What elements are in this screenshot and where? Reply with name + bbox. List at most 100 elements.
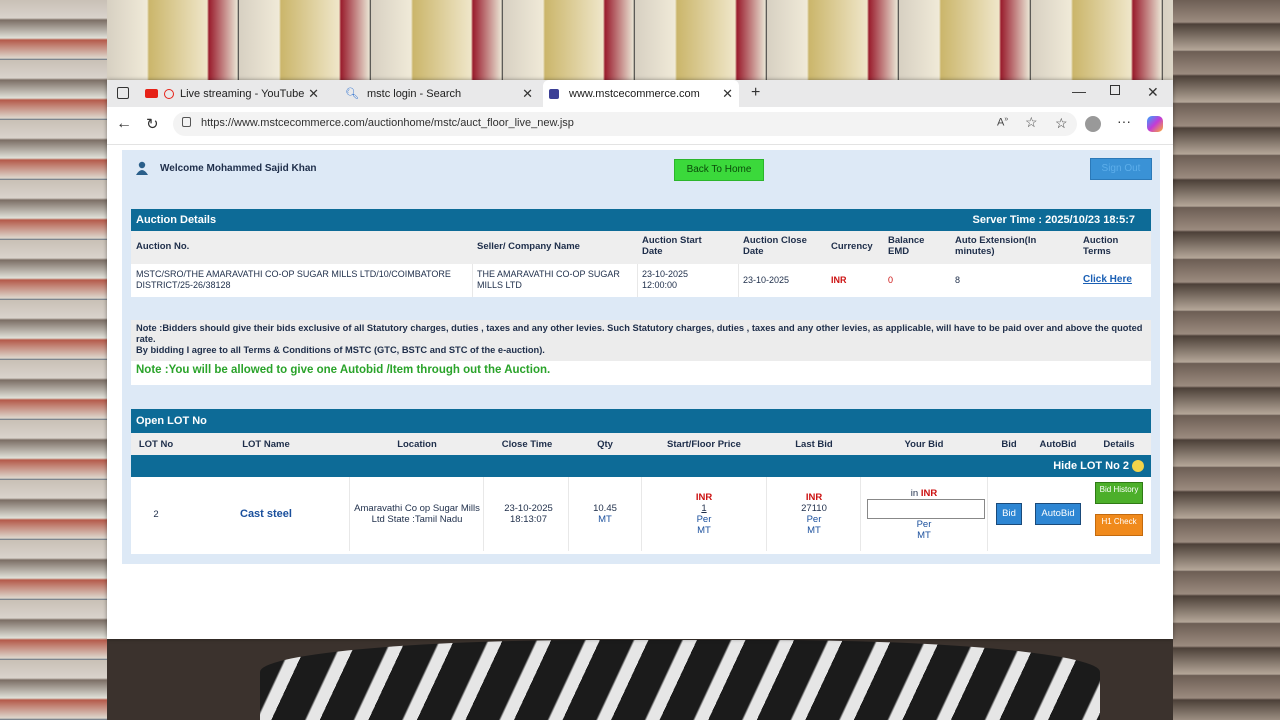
close-tab-icon[interactable]: ✕ [308, 86, 319, 102]
auction-details-header: Auction Details Server Time : 2025/10/23… [131, 209, 1151, 231]
new-tab-icon[interactable]: + [751, 84, 760, 102]
close-tab-icon[interactable]: ✕ [522, 86, 533, 102]
col-start-price: Start/Floor Price [667, 439, 741, 450]
seller-value: THE AMARAVATHI CO-OP SUGAR MILLS LTD [477, 269, 620, 290]
user-icon [136, 161, 148, 175]
qty-cell: 10.45 MT [580, 503, 630, 525]
tab-title: www.mstcecommerce.com [569, 87, 700, 100]
your-bid-currency: INR [920, 488, 938, 499]
your-bid-currency-label: in INR [884, 488, 964, 499]
url-text: https://www.mstcecommerce.com/auctionhom… [201, 117, 574, 129]
bid-history-button[interactable]: Bid History [1095, 482, 1143, 504]
bid-button[interactable]: Bid [996, 503, 1022, 525]
tab-title: mstc login - Search [366, 87, 462, 100]
favorite-star-icon[interactable]: ☆ [1025, 114, 1038, 131]
qty-value: 10.45 [593, 503, 617, 514]
close-time-cell: 23-10-2025 18:13:07 [491, 503, 566, 525]
sign-out-button[interactable]: Sign Out [1090, 158, 1152, 180]
open-lots-panel: Open LOT No LOT No LOT Name Location Clo… [131, 409, 1151, 554]
auto-extension-value: 8 [955, 275, 961, 285]
background-person [260, 640, 1100, 720]
h1-check-button[interactable]: H1 Check [1095, 514, 1143, 536]
col-bid: Bid [1001, 439, 1017, 450]
open-lots-header: Open LOT No [131, 409, 1151, 433]
last-bid-cell: INR 27110 Per MT [774, 492, 854, 536]
profile-avatar-icon[interactable] [1085, 116, 1101, 132]
minimize-icon[interactable]: — [1072, 83, 1086, 99]
refresh-icon[interactable]: ↻ [146, 115, 159, 133]
qty-unit: MT [598, 514, 612, 525]
search-icon: 🔍︎ [345, 88, 359, 100]
menu-more-icon[interactable]: ··· [1117, 113, 1131, 129]
auction-details-panel: Auction Details Server Time : 2025/10/23… [131, 209, 1151, 297]
auction-row: MSTC/SRO/THE AMARAVATHI CO-OP SUGAR MILL… [131, 264, 1151, 297]
tab-title: Live streaming - YouTube Studio [180, 87, 308, 100]
back-arrow-icon[interactable]: ← [116, 115, 132, 133]
auction-no-value: MSTC/SRO/THE AMARAVATHI CO-OP SUGAR MILL… [136, 269, 451, 290]
col-location: Location [397, 439, 437, 450]
start-date-value: 23-10-2025 12:00:00 [642, 269, 689, 290]
col-last-bid: Last Bid [795, 439, 833, 450]
favorites-icon[interactable]: ☆ [1055, 115, 1068, 132]
col-close-date: Auction Close Date [743, 235, 807, 257]
hide-lot-label[interactable]: Hide LOT No 2 [1053, 460, 1129, 472]
col-qty: Qty [597, 439, 613, 450]
close-window-icon[interactable]: ✕ [1147, 84, 1159, 101]
col-autobid: AutoBid [1039, 439, 1077, 450]
maximize-icon[interactable] [1110, 85, 1120, 95]
statutory-note-text: Note :Bidders should give their bids exc… [136, 323, 1143, 344]
last-currency: INR [805, 492, 823, 503]
notes-section: Note :Bidders should give their bids exc… [131, 320, 1151, 385]
open-lots-title: Open LOT No [136, 415, 207, 427]
your-bid-prefix: in [910, 488, 919, 499]
lot-name-link[interactable]: Cast steel [211, 508, 321, 520]
your-bid-unit: MT [917, 530, 931, 541]
close-date-value: 23-10-2025 [743, 275, 790, 285]
tab-bar: Live streaming - YouTube Studio ✕ 🔍︎ mst… [107, 80, 1173, 107]
tab-search[interactable]: 🔍︎ mstc login - Search ✕ [345, 80, 539, 107]
col-auction-terms: Auction Terms [1083, 235, 1119, 257]
col-lot-no: LOT No [138, 439, 174, 450]
start-currency: INR [695, 492, 713, 503]
auction-details-title: Auction Details [136, 214, 217, 226]
col-seller: Seller/ Company Name [477, 241, 580, 252]
back-to-home-button[interactable]: Back To Home [674, 159, 764, 181]
close-tab-icon[interactable]: ✕ [722, 86, 733, 102]
your-bid-input[interactable] [867, 499, 985, 519]
tab-actions-icon[interactable] [117, 87, 129, 99]
page-content: Welcome Mohammed Sajid Khan Back To Home… [122, 150, 1160, 564]
col-lot-name: LOT Name [242, 439, 290, 450]
tab-mstc[interactable]: www.mstcecommerce.com ✕ [543, 80, 739, 107]
background-shelf-left [0, 0, 107, 720]
close-time: 18:13:07 [510, 514, 547, 525]
autobid-button[interactable]: AutoBid [1035, 503, 1081, 525]
url-field[interactable]: https://www.mstcecommerce.com/auctionhom… [173, 112, 1077, 136]
server-time: Server Time : 2025/10/23 18:5:7 [972, 214, 1135, 226]
background-shelf-top [107, 0, 1173, 80]
live-icon [164, 88, 174, 99]
last-bid-value: 27110 [801, 503, 827, 514]
col-currency: Currency [831, 241, 873, 252]
toggle-lot-icon[interactable] [1132, 460, 1144, 472]
background-shelf-right [1173, 0, 1280, 720]
autobid-note: Note :You will be allowed to give one Au… [131, 361, 1151, 385]
hide-lot-bar[interactable]: Hide LOT No 2 [131, 455, 1151, 477]
click-here-link[interactable]: Click Here [1083, 274, 1132, 285]
last-unit: MT [807, 525, 821, 536]
lot-column-headers: LOT No LOT Name Location Close Time Qty … [131, 433, 1151, 455]
site-info-icon[interactable] [182, 117, 191, 127]
location-value: Amaravathi Co op Sugar Mills Ltd State :… [354, 503, 480, 525]
col-balance-emd: Balance EMD [888, 235, 925, 257]
close-date: 23-10-2025 [504, 503, 553, 514]
address-bar: ← ↻ https://www.mstcecommerce.com/auctio… [107, 107, 1173, 145]
read-aloud-icon[interactable]: A» [997, 116, 1008, 129]
copilot-icon[interactable] [1147, 116, 1163, 132]
col-auto-extension: Auto Extension(In minutes) [955, 235, 1037, 257]
balance-emd-value: 0 [888, 275, 894, 285]
col-close-time: Close Time [501, 439, 553, 450]
start-price-value: 1 [701, 503, 707, 514]
tab-youtube-studio[interactable]: Live streaming - YouTube Studio ✕ [145, 80, 325, 107]
auction-column-headers: Auction No. Seller/ Company Name Auction… [131, 231, 1151, 264]
browser-window: Live streaming - YouTube Studio ✕ 🔍︎ mst… [107, 80, 1173, 639]
site-icon [549, 88, 559, 99]
